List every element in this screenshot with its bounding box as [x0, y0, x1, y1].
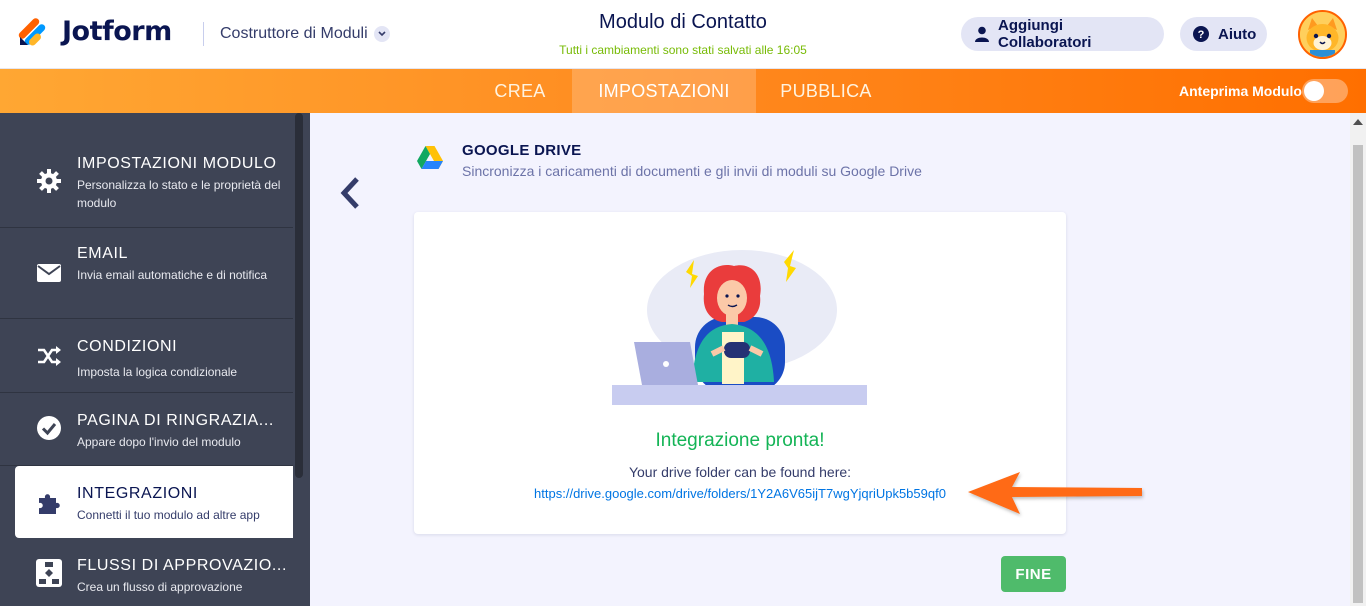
sidebar-item-title: IMPOSTAZIONI MODULO [77, 155, 277, 172]
sidebar-item-desc: Crea un flusso di approvazione [77, 580, 243, 594]
help-label: Aiuto [1218, 25, 1257, 43]
gear-icon [36, 168, 62, 194]
main-scrollbar[interactable] [1350, 113, 1366, 606]
sidebar-item-desc: Invia email automatiche e di notifica [77, 268, 268, 282]
settings-sidebar: IMPOSTAZIONI MODULO Personalizza lo stat… [0, 113, 310, 606]
sidebar-item-title: FLUSSI DI APPROVAZIO... [77, 557, 287, 574]
tab-pubblica[interactable]: PUBBLICA [756, 69, 896, 113]
sidebar-item-form-settings[interactable]: IMPOSTAZIONI MODULO Personalizza lo stat… [0, 113, 293, 228]
sidebar-item-desc: Appare dopo l'invio del modulo [77, 435, 241, 449]
help-button[interactable]: ? Aiuto [1180, 17, 1267, 51]
sidebar-item-integrations[interactable]: INTEGRAZIONI Connetti il tuo modulo ad a… [15, 466, 293, 538]
sidebar-item-desc: Imposta la logica condizionale [77, 365, 238, 379]
integration-ready-title: Integrazione pronta! [655, 430, 825, 451]
top-header: Jotform Costruttore di Moduli Modulo di … [0, 0, 1366, 69]
callout-arrow-icon [968, 472, 1142, 514]
avatar-cat-icon [1300, 12, 1345, 57]
scroll-up-arrow-icon[interactable] [1353, 119, 1363, 125]
integration-subtitle: Sincronizza i caricamenti di documenti e… [462, 163, 922, 179]
avatar[interactable] [1298, 10, 1347, 59]
sidebar-item-conditions[interactable]: CONDIZIONI Imposta la logica condizional… [0, 319, 293, 393]
sidebar-scrollbar-thumb[interactable] [295, 113, 303, 478]
integration-ready-illustration [612, 250, 867, 405]
question-icon: ? [1192, 25, 1210, 43]
sidebar-item-desc: Connetti il tuo modulo ad altre app [77, 508, 260, 522]
sidebar-item-title: PAGINA DI RINGRAZIA... [77, 412, 274, 429]
tab-impostazioni[interactable]: IMPOSTAZIONI [572, 69, 756, 113]
flowchart-icon [36, 559, 62, 587]
sidebar-item-approval-flows[interactable]: FLUSSI DI APPROVAZIO... Crea un flusso d… [0, 538, 293, 606]
integration-title: GOOGLE DRIVE [462, 142, 582, 159]
tab-crea[interactable]: CREA [468, 69, 572, 113]
back-button[interactable] [336, 175, 364, 211]
puzzle-icon [36, 490, 62, 516]
preview-label: Anteprima Modulo [1179, 83, 1302, 99]
sidebar-item-title: EMAIL [77, 245, 129, 262]
chevron-left-icon [340, 177, 359, 209]
svg-text:?: ? [1198, 29, 1205, 41]
sidebar-item-email[interactable]: EMAIL Invia email automatiche e di notif… [0, 228, 293, 319]
google-drive-icon [417, 146, 443, 169]
main-scrollbar-thumb[interactable] [1353, 145, 1363, 603]
add-collaborators-button[interactable]: Aggiungi Collaboratori [961, 17, 1164, 51]
sidebar-item-thank-you-page[interactable]: PAGINA DI RINGRAZIA... Appare dopo l'inv… [0, 393, 293, 466]
sidebar-scrollbar[interactable] [293, 113, 310, 606]
envelope-icon [36, 260, 62, 286]
sidebar-item-desc: Personalizza lo stato e le proprietà del… [77, 178, 281, 210]
save-status: Tutti i cambiamenti sono stati salvati a… [559, 43, 807, 57]
preview-toggle[interactable] [1302, 79, 1348, 103]
user-icon [973, 25, 990, 43]
sidebar-item-title: INTEGRAZIONI [77, 485, 198, 502]
check-circle-icon [36, 415, 62, 441]
sidebar-item-title: CONDIZIONI [77, 338, 178, 355]
shuffle-icon [36, 343, 62, 369]
done-button[interactable]: FINE [1001, 556, 1066, 592]
add-collaborators-label: Aggiungi Collaboratori [998, 17, 1092, 51]
main-navbar: CREA IMPOSTAZIONI PUBBLICA Anteprima Mod… [0, 69, 1366, 113]
toggle-knob [1304, 81, 1324, 101]
